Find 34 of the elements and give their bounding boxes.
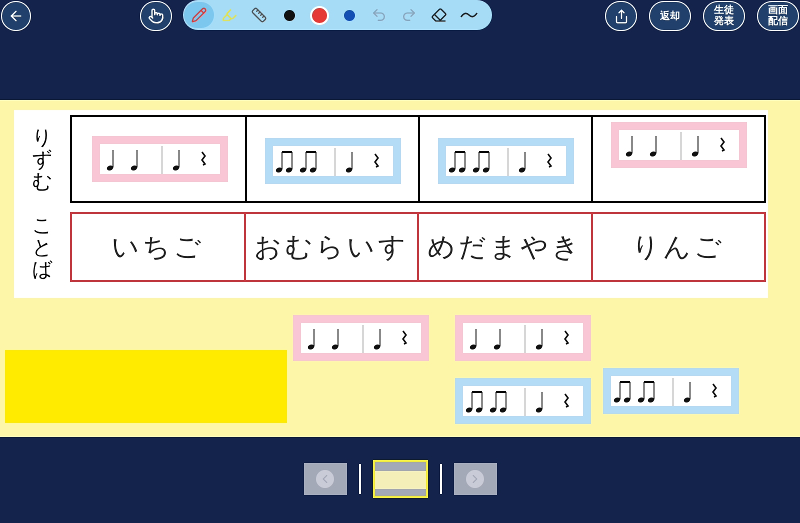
share-button[interactable] [605, 1, 637, 31]
highlighter-icon [221, 7, 237, 23]
eraser-icon [431, 7, 447, 23]
rhythm-card[interactable] [603, 368, 739, 414]
rhythm-card[interactable] [92, 136, 228, 182]
rhythm-card[interactable] [293, 315, 429, 361]
pencil-icon [191, 7, 207, 23]
page-thumbnail[interactable] [372, 460, 428, 498]
back-icon [8, 8, 24, 24]
hand-tool-button[interactable] [140, 1, 172, 31]
undo-icon [371, 7, 387, 23]
rhythm-card[interactable] [455, 378, 591, 424]
pen-tool-button[interactable] [184, 2, 214, 28]
ruler-icon [251, 7, 267, 23]
wave-icon [460, 10, 478, 20]
handwritten-word: りんご [632, 234, 725, 260]
rhythm-card[interactable] [264, 138, 400, 184]
redo-icon [401, 7, 417, 23]
share-icon [614, 8, 628, 24]
handwritten-word: めだまやき [427, 234, 582, 260]
chevron-right-icon [466, 470, 484, 488]
action-button[interactable]: 画面 配信 [757, 1, 799, 31]
row-label: りずむ [32, 126, 52, 192]
rhythm-card[interactable] [455, 315, 591, 361]
back-button[interactable] [1, 1, 31, 31]
rhythm-card[interactable] [610, 122, 746, 168]
rhythm-card[interactable] [438, 138, 574, 184]
action-button[interactable]: 生徒 発表 [703, 1, 745, 31]
hand-pointer-icon [148, 8, 164, 24]
row-label: ことば [32, 214, 52, 280]
chevron-left-icon [316, 470, 334, 488]
handwritten-word: おむらいす [254, 234, 409, 260]
handwritten-word: いちご [111, 234, 204, 260]
action-button[interactable]: 返却 [649, 1, 691, 31]
